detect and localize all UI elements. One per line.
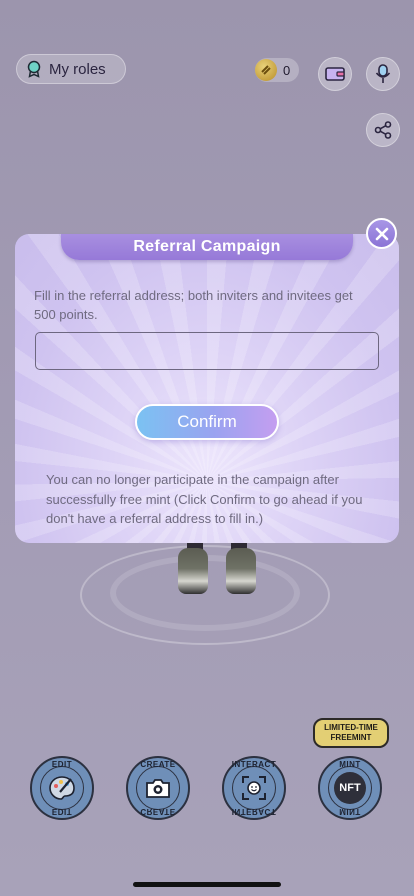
avatar-shoe-left (178, 548, 208, 594)
home-indicator[interactable] (133, 882, 281, 887)
wallet-button[interactable] (318, 57, 352, 91)
limited-time-freemint-badge: LIMITED-TIME FREEMINT (313, 718, 389, 748)
referral-address-input[interactable] (35, 332, 379, 370)
avatar-scene: My roles 0 Referral Campaign Fill in the… (0, 0, 414, 896)
interact-button[interactable]: INTERACT INTERACT (222, 756, 286, 820)
coin-count: 0 (283, 62, 291, 78)
scan-face-icon (239, 773, 269, 803)
my-roles-button[interactable]: My roles (16, 54, 126, 84)
coin-balance[interactable]: 0 (255, 58, 299, 82)
mint-label-reflection: MINT (339, 807, 361, 816)
voice-button[interactable] (366, 57, 400, 91)
edit-label: EDIT (51, 760, 73, 769)
mint-label: MINT (339, 760, 361, 769)
mint-button[interactable]: MINT MINT NFT (318, 756, 382, 820)
promo-line-2: FREEMINT (330, 733, 372, 742)
microphone-icon (375, 64, 391, 83)
mint-ring (328, 766, 372, 810)
wallet-icon (325, 67, 345, 81)
edit-button[interactable]: EDIT EDIT (30, 756, 94, 820)
create-label-reflection: CREATE (140, 807, 176, 816)
interact-label: INTERACT (231, 760, 277, 769)
badge-icon (27, 60, 41, 78)
share-button[interactable] (366, 113, 400, 147)
coin-icon (255, 59, 277, 81)
modal-description: Fill in the referral address; both invit… (34, 288, 353, 322)
confirm-button[interactable]: Confirm (135, 404, 279, 440)
modal-note: You can no longer participate in the cam… (46, 472, 363, 526)
palette-icon (47, 773, 77, 803)
promo-line-1: LIMITED-TIME (324, 723, 378, 732)
modal-title-text: Referral Campaign (133, 238, 281, 255)
create-button[interactable]: CREATE CREATE (126, 756, 190, 820)
close-icon (375, 227, 388, 240)
interact-label-reflection: INTERACT (231, 807, 277, 816)
modal-title: Referral Campaign (61, 234, 353, 260)
my-roles-label: My roles (49, 60, 106, 78)
share-icon (374, 121, 392, 139)
avatar-shoe-right (226, 548, 256, 594)
camera-icon (143, 773, 173, 803)
create-label: CREATE (140, 760, 176, 769)
edit-label-reflection: EDIT (51, 807, 73, 816)
close-button[interactable] (366, 218, 397, 249)
